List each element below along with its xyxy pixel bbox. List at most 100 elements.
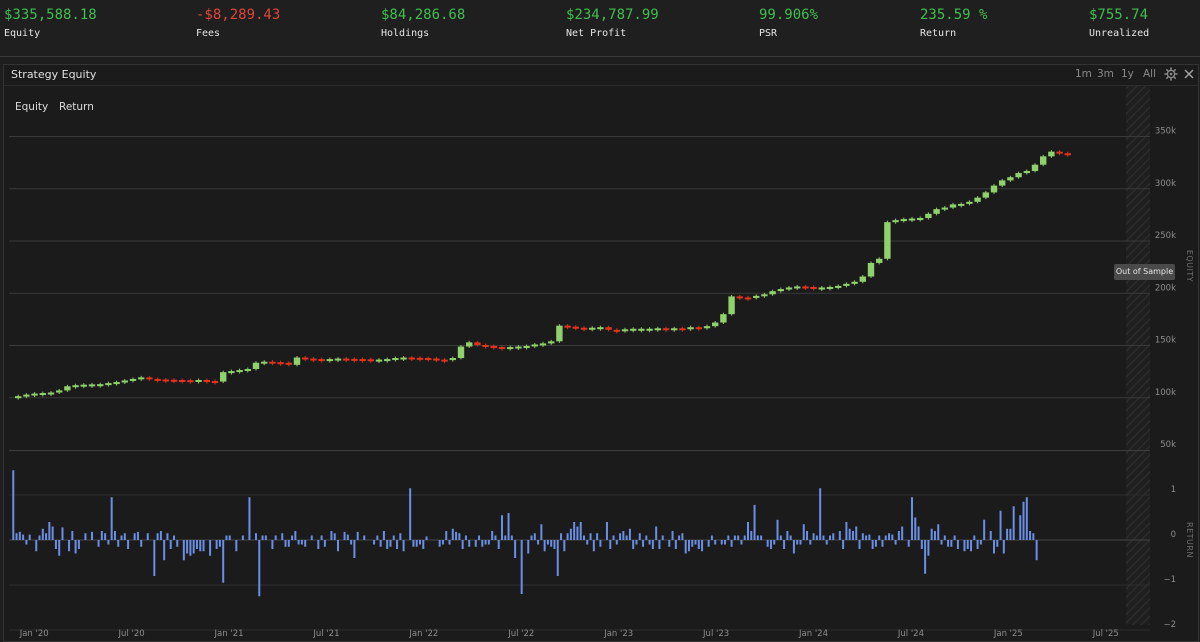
return-bar (120, 535, 123, 540)
return-bar (323, 540, 326, 547)
equity-candle (269, 361, 276, 364)
x-tick-label: Jan '24 (798, 629, 828, 639)
equity-candle (761, 294, 768, 297)
return-bar (12, 470, 15, 540)
return-bar (671, 531, 674, 540)
equity-candle (933, 209, 940, 214)
return-tick-label: −1 (1163, 575, 1176, 585)
return-bar (881, 540, 884, 547)
equity-candle (507, 347, 514, 350)
return-bar (392, 535, 395, 540)
return-bar (68, 540, 71, 552)
return-bar (546, 540, 549, 545)
equity-candle (744, 297, 752, 300)
return-bar (415, 540, 418, 547)
return-bar (156, 533, 159, 540)
return-bar (173, 535, 175, 540)
equity-tick-label: 150k (1155, 336, 1176, 346)
return-bar (612, 535, 615, 540)
equity-candle (121, 380, 128, 383)
return-bar (48, 522, 51, 540)
return-bar (678, 535, 681, 540)
return-bar (146, 533, 149, 540)
return-bar (894, 540, 897, 545)
return-bar (710, 535, 713, 540)
equity-candle (531, 344, 538, 347)
return-bar (113, 531, 116, 540)
return-bar (376, 535, 379, 540)
return-bar (966, 540, 969, 549)
equity-candle (400, 357, 407, 360)
return-bar (241, 535, 244, 540)
equity-candle (925, 213, 932, 219)
equity-candle (867, 262, 875, 277)
equity-candle (285, 362, 292, 365)
x-tick-label: Jan '23 (603, 629, 633, 639)
return-bar (320, 535, 323, 540)
return-bar (448, 540, 451, 545)
equity-candle (170, 379, 178, 382)
return-bar (724, 540, 727, 545)
return-bar (792, 540, 795, 554)
return-bar (468, 540, 471, 547)
return-bar (815, 535, 818, 540)
equity-candle (384, 359, 391, 362)
equity-tick-label: 50k (1160, 440, 1176, 450)
equity-candle (334, 358, 342, 361)
return-bar (504, 535, 507, 540)
return-bar (924, 540, 927, 574)
return-bar (897, 531, 900, 540)
return-bar (619, 533, 622, 540)
equity-candle (211, 381, 219, 384)
equity-candle (113, 382, 120, 385)
return-axis-title: RETURN (1185, 522, 1194, 558)
return-bar (445, 531, 448, 540)
equity-candle (466, 342, 473, 347)
return-bar (317, 540, 320, 549)
return-bar (189, 540, 192, 556)
equity-candle (564, 325, 571, 328)
x-tick-label: Jan '20 (19, 629, 49, 639)
equity-candle (736, 296, 743, 299)
return-bar (756, 535, 759, 540)
strategy-equity-chart: 50k 100k 150k 200k 250k 300k 350k −2 −1 0 1 Jan '… (9, 86, 1194, 639)
equity-candle (999, 180, 1006, 186)
equity-candle (843, 283, 850, 286)
return-bar (497, 540, 500, 549)
return-bar (743, 535, 746, 540)
return-bar (1006, 528, 1009, 540)
equity-candle (56, 390, 63, 393)
return-bar (956, 540, 959, 549)
equity-candle (482, 344, 489, 347)
return-bar (1032, 533, 1035, 540)
equity-axis: 50k 100k 150k 200k 250k 300k 350k (1155, 127, 1176, 451)
return-bar (996, 540, 999, 547)
return-bar (838, 531, 841, 540)
return-bar (123, 533, 126, 540)
return-bar (1019, 515, 1022, 540)
return-bar (520, 540, 523, 594)
equity-candle (515, 346, 522, 349)
return-bar (747, 522, 749, 540)
return-bar (884, 535, 887, 540)
return-bar (983, 519, 986, 540)
return-bar (61, 527, 64, 540)
equity-candle (859, 276, 866, 282)
equity-candle (695, 327, 702, 330)
equity-candle (974, 197, 981, 202)
equity-candle (687, 327, 694, 330)
equity-gridlines (9, 136, 1150, 399)
return-bar (658, 540, 661, 549)
return-bar (753, 504, 756, 540)
return-bar (550, 540, 553, 547)
equity-candle (605, 327, 612, 330)
equity-candle (88, 384, 96, 387)
return-bar (589, 533, 592, 540)
return-bar (1029, 531, 1032, 540)
return-bar (461, 540, 464, 549)
return-bar (533, 533, 536, 540)
return-bar (294, 531, 297, 540)
return-bar (284, 540, 287, 547)
equity-candle (318, 359, 325, 362)
equity-candle (966, 201, 973, 204)
